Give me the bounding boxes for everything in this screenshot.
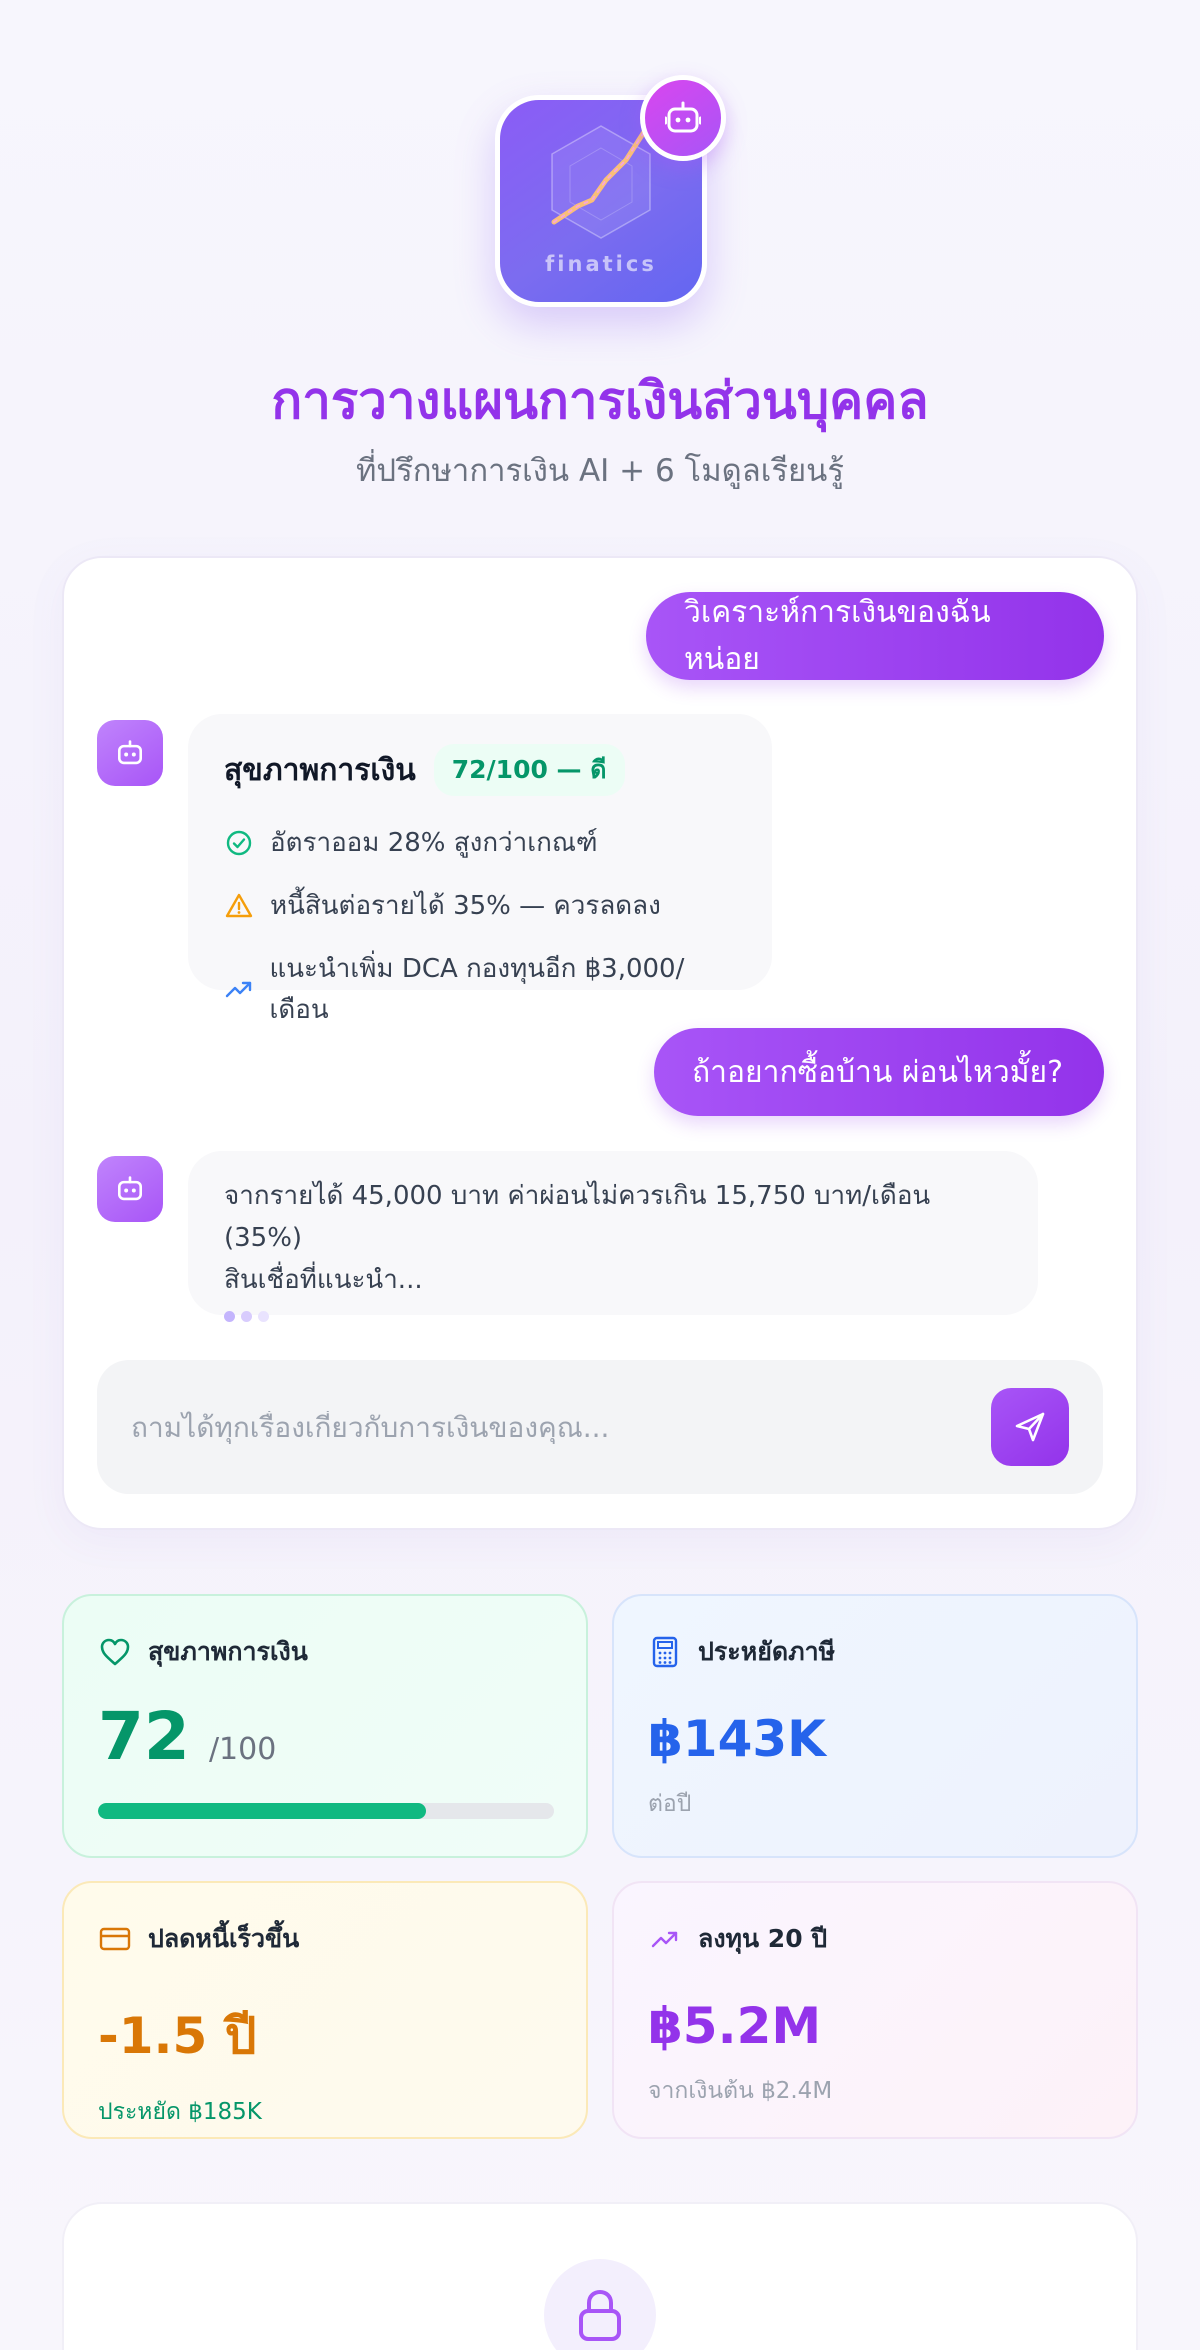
bot-message-loan: จากรายได้ 45,000 บาท ค่าผ่อนไม่ควรเกิน 1… (188, 1151, 1038, 1322)
chat-input[interactable] (131, 1410, 991, 1444)
bot-message-line: สินเชื่อที่แนะนำ... (224, 1265, 423, 1295)
trending-up-icon (224, 974, 254, 1004)
tax-saving-sub: ต่อปี (648, 1791, 692, 1817)
calculator-icon (648, 1635, 682, 1669)
stat-label: ประหยัดภาษี (698, 1637, 836, 1666)
user-message: วิเคราะห์การเงินของฉันหน่อย (646, 592, 1104, 680)
debt-years-value: -1.5 ปี (98, 2007, 257, 2065)
page: finatics การวางแผนการเงินส่วนบุคคล ที่ปร… (0, 0, 1200, 2350)
send-button[interactable] (991, 1388, 1069, 1466)
insight-item: หนี้สินต่อรายได้ 35% — ควรลดลง (224, 885, 736, 926)
insight-text: หนี้สินต่อรายได้ 35% — ควรลดลง (270, 891, 661, 921)
send-icon (1015, 1412, 1045, 1442)
stat-label: สุขภาพการเงิน (148, 1637, 308, 1666)
logo-wordmark: finatics (545, 252, 657, 276)
heart-icon (98, 1635, 132, 1669)
lock-icon (544, 2259, 656, 2350)
insight-text: แนะนำเพิ่ม DCA กองทุนอีก ฿3,000/เดือน (269, 954, 685, 1025)
health-score-badge: 72/100 — ดี (433, 744, 625, 796)
stat-label: ปลดหนี้เร็วขึ้น (148, 1924, 300, 1953)
invest-sub: จากเงินต้น ฿2.4M (648, 2078, 833, 2104)
health-score-value: 72 (98, 1698, 190, 1775)
stat-card-debt: ปลดหนี้เร็วขึ้น -1.5 ปี ประหยัด ฿185K (62, 1881, 588, 2139)
trending-up-icon (648, 1922, 682, 1956)
credit-card-icon (98, 1922, 132, 1956)
robot-icon (640, 75, 726, 161)
chat-input-box (97, 1360, 1103, 1494)
check-circle-icon (224, 828, 254, 858)
bot-avatar-icon (97, 1156, 163, 1222)
stat-card-health: สุขภาพการเงิน 72 /100 (62, 1594, 588, 1858)
page-title: การวางแผนการเงินส่วนบุคคล (271, 372, 929, 431)
warning-icon (224, 891, 254, 921)
typing-indicator (224, 1311, 1002, 1322)
insight-item: อัตราออม 28% สูงกว่าเกณฑ์ (224, 822, 736, 863)
locked-section-card (62, 2202, 1138, 2350)
stat-card-tax: ประหยัดภาษี ฿143K ต่อปี (612, 1594, 1138, 1858)
health-score-suffix: /100 (208, 1732, 277, 1767)
insight-text: อัตราออม 28% สูงกว่าเกณฑ์ (270, 828, 598, 858)
page-subtitle: ที่ปรึกษาการเงิน AI + 6 โมดูลเรียนรู้ (355, 453, 845, 489)
user-message: ถ้าอยากซื้อบ้าน ผ่อนไหวมั้ย? (654, 1028, 1104, 1116)
bot-message-line: จากรายได้ 45,000 บาท ค่าผ่อนไม่ควรเกิน 1… (224, 1181, 931, 1253)
health-title: สุขภาพการเงิน (224, 752, 416, 788)
stat-card-invest: ลงทุน 20 ปี ฿5.2M จากเงินต้น ฿2.4M (612, 1881, 1138, 2139)
stat-label: ลงทุน 20 ปี (698, 1924, 828, 1953)
chat-panel: วิเคราะห์การเงินของฉันหน่อย สุขภาพการเงิ… (62, 556, 1138, 1530)
bot-avatar-icon (97, 720, 163, 786)
health-progress-fill (98, 1803, 427, 1819)
health-progress-bar (98, 1803, 554, 1819)
insight-item: แนะนำเพิ่ม DCA กองทุนอีก ฿3,000/เดือน (224, 948, 736, 1030)
bot-message-health: สุขภาพการเงิน 72/100 — ดี อัตราออม 28% ส… (188, 714, 772, 1025)
debt-saving-sub: ประหยัด ฿185K (98, 2099, 262, 2125)
invest-value: ฿5.2M (648, 1997, 822, 2055)
tax-saving-value: ฿143K (648, 1710, 826, 1768)
